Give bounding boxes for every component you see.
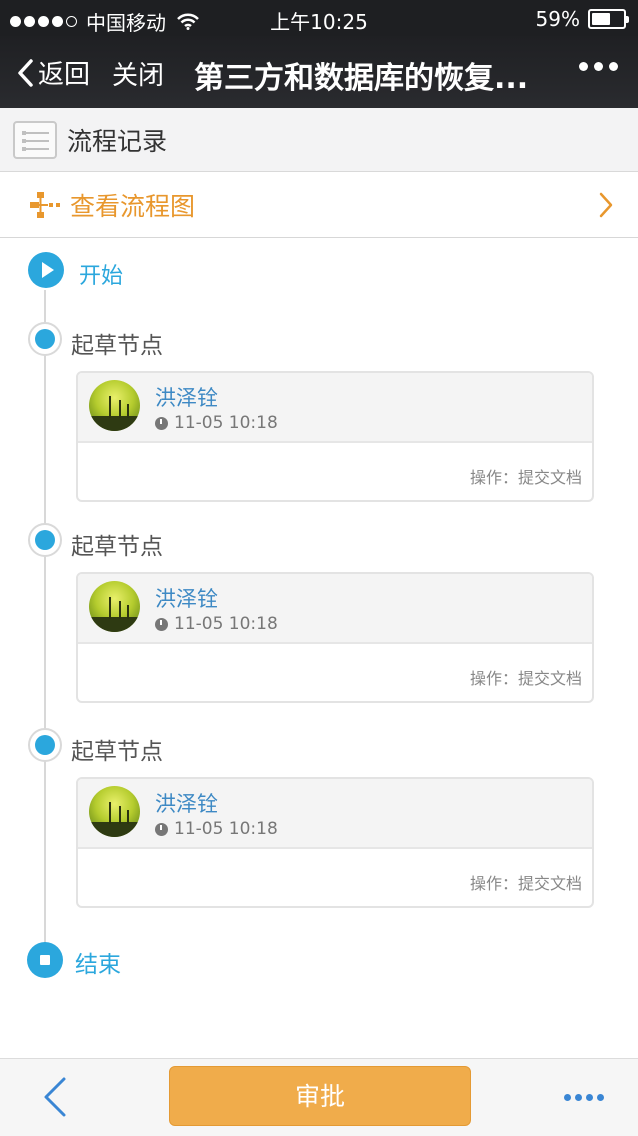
clock-icon [155,822,168,836]
dot-icon [575,1094,582,1101]
dot-icon [609,62,618,71]
step-node-icon [28,523,62,557]
chevron-left-icon [18,58,33,87]
end-label: 结束 [75,952,121,978]
timestamp: 11-05 10:18 [155,819,278,839]
avatar [89,380,140,431]
flowchart-icon [30,191,60,218]
dot-icon [597,1094,604,1101]
action-text: 操作：提交文档 [469,468,582,487]
approve-button[interactable]: 审批 [169,1066,471,1126]
step-node-label: 起草节点 [71,534,163,560]
battery-icon [588,9,629,29]
dot-icon [586,1094,593,1101]
avatar [89,786,140,837]
bottom-toolbar: 审批 [0,1058,638,1136]
start-node-icon [28,252,64,288]
timestamp-text: 11-05 10:18 [174,819,278,839]
dot-icon [579,62,588,71]
section-title: 流程记录 [67,126,168,156]
battery-percent: 59% [535,7,580,31]
user-name: 洪泽铨 [155,587,218,611]
clock-icon [155,617,168,631]
chevron-right-icon [599,192,613,218]
user-name: 洪泽铨 [155,792,218,816]
dot-icon [594,62,603,71]
step-card: 洪泽铨 11-05 10:18 操作：提交文档 [76,572,594,703]
step-node-label: 起草节点 [71,739,163,765]
view-flowchart-link[interactable]: 查看流程图 [0,172,638,238]
more-options-button[interactable] [579,62,618,71]
flowchart-label: 查看流程图 [70,191,196,221]
back-label: 返回 [38,60,91,90]
back-button[interactable]: 返回 [16,54,90,91]
end-node-icon [27,942,63,978]
clock-icon [155,416,168,430]
action-text: 操作：提交文档 [469,669,582,688]
start-label: 开始 [79,264,124,289]
step-card: 洪泽铨 11-05 10:18 操作：提交文档 [76,777,594,908]
timestamp-text: 11-05 10:18 [174,614,278,634]
step-node-icon [28,322,62,356]
close-button[interactable]: 关闭 [112,55,164,92]
more-actions-button[interactable] [564,1094,604,1101]
battery-status: 59% [535,7,629,31]
user-name: 洪泽铨 [155,386,218,410]
status-bar: 中国移动 上午10:25 59% [0,0,638,36]
list-icon [13,120,57,159]
timestamp: 11-05 10:18 [155,413,278,433]
avatar [89,581,140,632]
record-section-header: 流程记录 [0,108,638,172]
action-text: 操作：提交文档 [469,874,582,893]
step-node-icon [28,728,62,762]
step-node-label: 起草节点 [71,333,163,359]
timestamp-text: 11-05 10:18 [174,413,278,433]
back-arrow-button[interactable] [40,1075,70,1119]
page-title: 第三方和数据库的恢复... [194,61,529,96]
step-card: 洪泽铨 11-05 10:18 操作：提交文档 [76,371,594,502]
nav-bar: 返回 关闭 第三方和数据库的恢复... [0,36,638,108]
timestamp: 11-05 10:18 [155,614,278,634]
timeline-line [44,290,46,965]
dot-icon [564,1094,571,1101]
